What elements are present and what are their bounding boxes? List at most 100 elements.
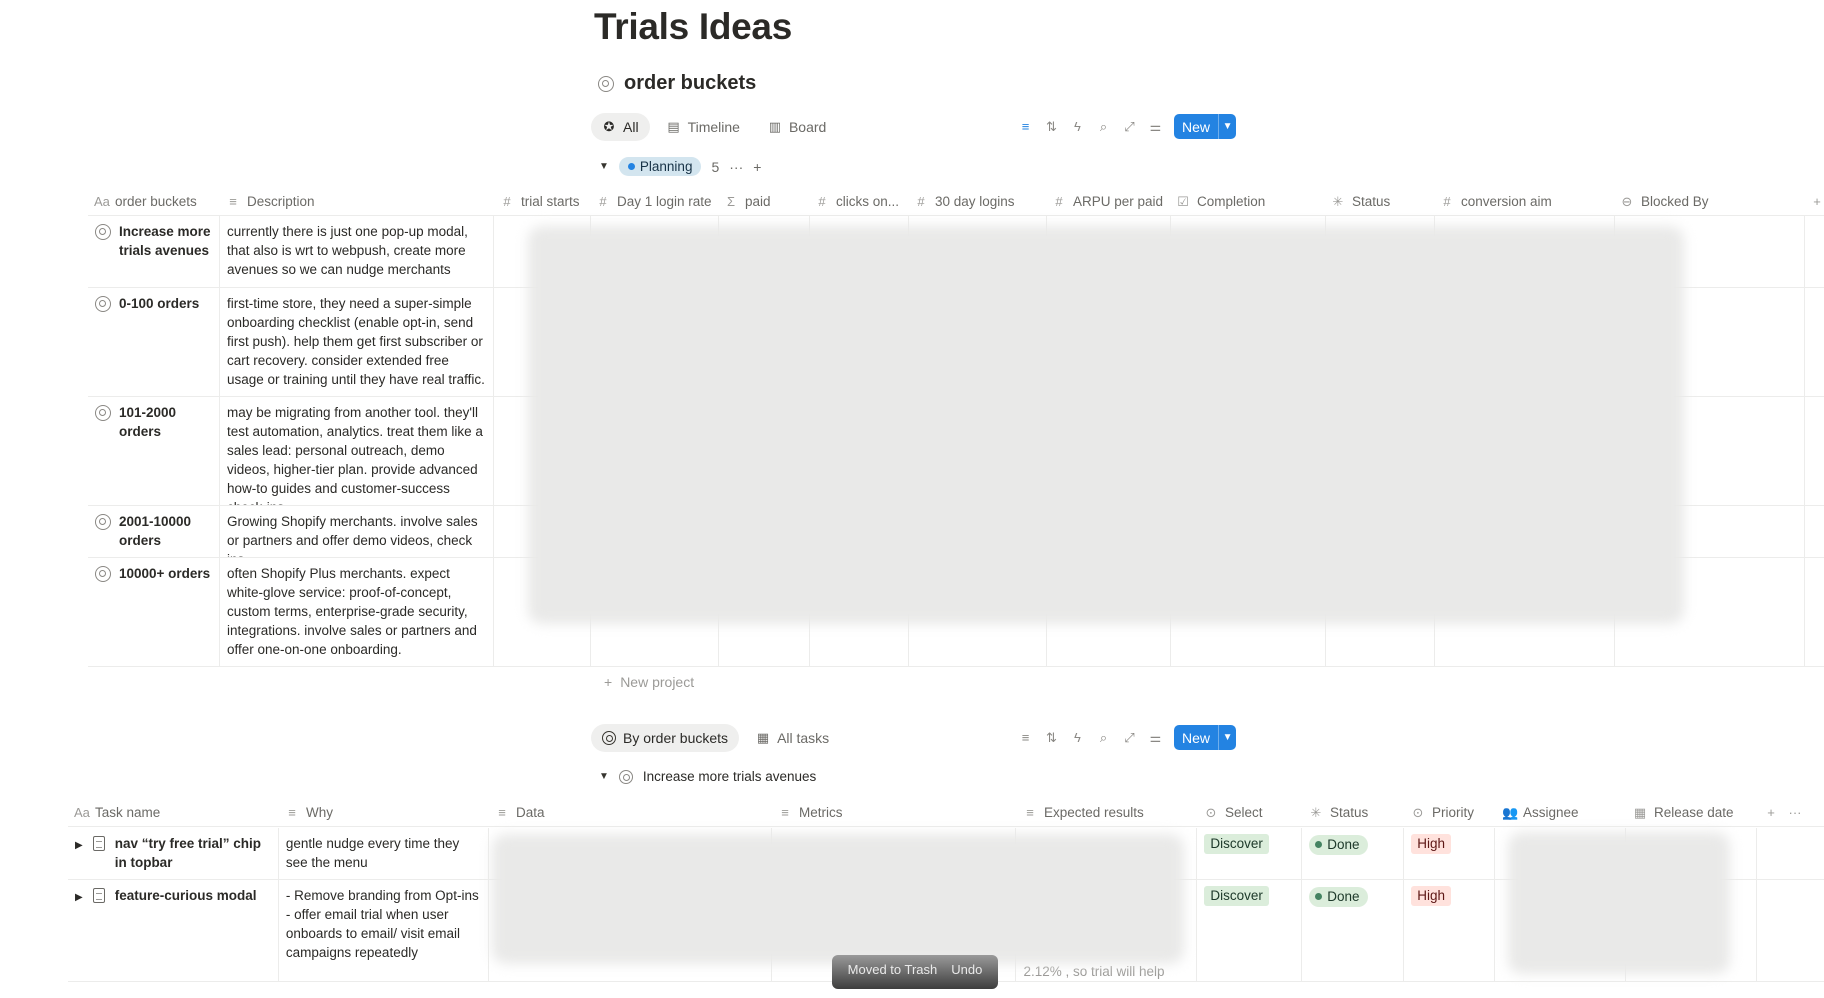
column-header-priority[interactable]: ⊙ Priority: [1405, 799, 1496, 826]
collapse-triangle-icon[interactable]: ▼: [599, 161, 609, 172]
status-cell[interactable]: Done: [1302, 828, 1405, 879]
tab-all-tasks[interactable]: ▦ All tasks: [745, 724, 840, 752]
target-icon: [95, 514, 111, 530]
description-cell[interactable]: may be migrating from another tool. they…: [220, 397, 494, 505]
row-title-cell[interactable]: Increase more trials avenues: [88, 216, 220, 287]
group-header-planning: ▼ Planning 5 ··· +: [599, 157, 761, 176]
status-dot: [627, 163, 635, 170]
number-icon: #: [1443, 194, 1451, 209]
select-cell[interactable]: Discover: [1197, 880, 1303, 981]
new-button[interactable]: New ▼: [1174, 725, 1237, 750]
toast-message: Moved to Trash: [847, 961, 938, 977]
tasks-table-header: Aa Task name ≡ Why ≡ Data ≡ Metrics ≡ Expecte…: [68, 799, 1824, 827]
column-header-metrics[interactable]: ≡ Metrics: [772, 799, 1017, 826]
target-icon: [95, 224, 111, 240]
collapse-triangle-icon[interactable]: ▼: [599, 771, 609, 782]
column-header-clicks-on[interactable]: # clicks on...: [809, 188, 908, 215]
priority-cell[interactable]: High: [1404, 828, 1496, 879]
automation-icon[interactable]: ϟ: [1070, 119, 1085, 134]
search-icon[interactable]: ⌕: [1096, 730, 1111, 745]
redacted-region: [1508, 832, 1730, 974]
number-icon: #: [818, 194, 826, 209]
column-header-data[interactable]: ≡ Data: [489, 799, 772, 826]
tab-timeline[interactable]: ▤ Timeline: [656, 113, 751, 141]
column-header-paid[interactable]: Σpaid: [718, 188, 809, 215]
expand-toggle-icon[interactable]: ▶: [75, 836, 83, 873]
column-header-conversion-aim[interactable]: # conversion aim: [1434, 188, 1614, 215]
why-cell[interactable]: gentle nudge every time they see the men…: [279, 828, 489, 879]
expand-toggle-icon[interactable]: ▶: [75, 888, 83, 975]
column-header-completion[interactable]: ☑ Completion: [1170, 188, 1325, 215]
select-cell[interactable]: Discover: [1197, 828, 1303, 879]
tab-board[interactable]: ▥ Board: [757, 113, 837, 141]
chevron-down-icon[interactable]: ▼: [1218, 725, 1236, 750]
column-header-assignee[interactable]: 👥 Assignee: [1496, 799, 1627, 826]
task-name-cell[interactable]: ▶ feature-curious modal: [68, 880, 279, 981]
settings-icon[interactable]: ⚌: [1148, 730, 1163, 745]
column-header-description[interactable]: ≡ Description: [220, 188, 494, 215]
column-header-order-buckets[interactable]: Aa order buckets: [88, 188, 220, 215]
tasks-view-tabs: By order buckets ▦ All tasks: [591, 724, 840, 752]
why-cell[interactable]: - Remove branding from Opt-ins - offer e…: [279, 880, 489, 981]
filter-icon[interactable]: ≡: [1018, 119, 1033, 134]
status-tag: Done: [1309, 886, 1368, 907]
sort-icon[interactable]: ⇅: [1044, 119, 1059, 134]
column-header-day1-login-rate[interactable]: # Day 1 login rate: [590, 188, 718, 215]
text-lines-icon: ≡: [288, 805, 296, 820]
priority-cell[interactable]: High: [1404, 880, 1496, 981]
target-icon: [95, 405, 111, 421]
row-title-cell[interactable]: 10000+ orders: [88, 558, 220, 666]
column-header-status[interactable]: ✳ Status: [1325, 188, 1434, 215]
automation-icon[interactable]: ϟ: [1070, 730, 1085, 745]
task-name-cell[interactable]: ▶ nav “try free trial” chip in topbar: [68, 828, 279, 879]
more-options-icon[interactable]: ···: [1782, 799, 1806, 826]
column-header-blocked-by[interactable]: ⊖ Blocked By: [1614, 188, 1804, 215]
sort-icon[interactable]: ⇅: [1044, 730, 1059, 745]
undo-toast: Moved to Trash Undo: [832, 955, 998, 989]
description-cell[interactable]: often Shopify Plus merchants. expect whi…: [220, 558, 494, 666]
board-icon: ▥: [768, 119, 782, 134]
new-button[interactable]: New ▼: [1174, 114, 1237, 139]
page-icon: [92, 836, 105, 851]
description-cell[interactable]: Growing Shopify merchants. involve sales…: [220, 506, 494, 557]
add-column-icon[interactable]: +: [1804, 188, 1824, 215]
description-cell[interactable]: currently there is just one pop-up modal…: [220, 216, 494, 287]
column-header-select[interactable]: ⊙ Select: [1198, 799, 1303, 826]
column-header-30-day-logins[interactable]: #30 day logins: [908, 188, 1046, 215]
priority-tag: High: [1411, 886, 1451, 906]
text-lines-icon: ≡: [781, 805, 789, 820]
column-header-status[interactable]: ✳ Status: [1303, 799, 1405, 826]
column-header-release-date[interactable]: ▦ Release date: [1627, 799, 1758, 826]
expand-icon[interactable]: ⤢: [1122, 730, 1137, 745]
tab-by-order-buckets[interactable]: By order buckets: [591, 724, 740, 752]
filter-icon[interactable]: ≡: [1018, 730, 1033, 745]
row-title-cell[interactable]: 2001-10000 orders: [88, 506, 220, 557]
row-title-cell[interactable]: 0-100 orders: [88, 288, 220, 396]
relation-icon: ⊖: [1621, 193, 1633, 209]
search-icon[interactable]: ⌕: [1096, 119, 1111, 134]
target-icon: [618, 769, 633, 784]
number-icon: #: [503, 194, 511, 209]
database-title[interactable]: order buckets: [598, 72, 756, 95]
status-cell[interactable]: Done: [1302, 880, 1405, 981]
column-header-task-name[interactable]: Aa Task name: [68, 799, 279, 826]
new-project-button[interactable]: + New project: [604, 674, 694, 690]
tab-all[interactable]: ✪ All: [591, 113, 650, 141]
row-title-cell[interactable]: 101-2000 orders: [88, 397, 220, 505]
column-header-arpu-per-paid[interactable]: # ARPU per paid: [1046, 188, 1170, 215]
calendar-icon: ▦: [1633, 804, 1647, 820]
column-header-expected-results[interactable]: ≡ Expected results: [1017, 799, 1198, 826]
expand-icon[interactable]: ⤢: [1122, 119, 1137, 134]
chevron-down-icon[interactable]: ▼: [1218, 114, 1236, 139]
column-header-why[interactable]: ≡ Why: [279, 799, 489, 826]
column-header-trial-starts[interactable]: # trial starts: [494, 188, 590, 215]
select-tag: Discover: [1204, 886, 1269, 906]
status-pill-planning: Planning: [618, 157, 702, 176]
add-icon[interactable]: +: [753, 159, 761, 175]
number-icon: #: [1055, 194, 1063, 209]
description-cell[interactable]: first-time store, they need a super-simp…: [220, 288, 494, 396]
undo-button[interactable]: Undo: [951, 962, 982, 977]
more-icon[interactable]: ···: [729, 159, 743, 175]
settings-icon[interactable]: ⚌: [1148, 119, 1163, 134]
add-column-icon[interactable]: +: [1758, 799, 1782, 826]
